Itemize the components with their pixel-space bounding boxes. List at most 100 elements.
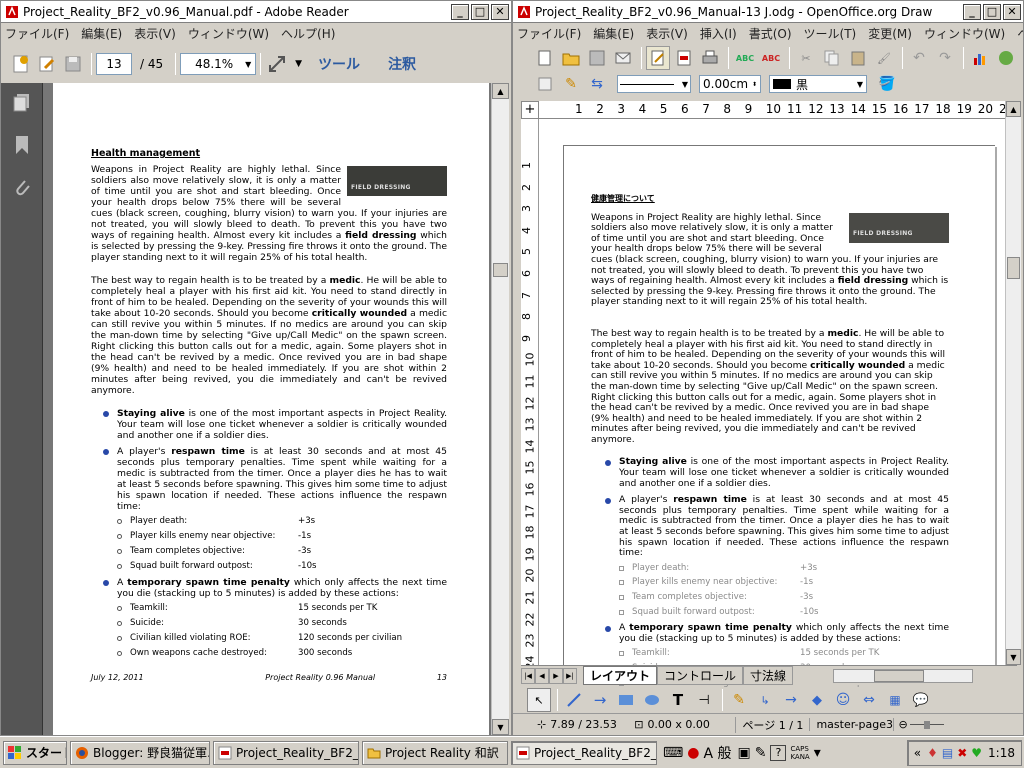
rectangle-icon[interactable]: [614, 688, 638, 712]
minimize-button[interactable]: _: [963, 3, 981, 20]
line-icon[interactable]: [562, 688, 586, 712]
maximize-button[interactable]: □: [983, 3, 1001, 20]
save-icon[interactable]: [585, 46, 609, 70]
line-color-select[interactable]: 黒 ▼: [769, 75, 867, 93]
network-icon[interactable]: ▤: [942, 746, 953, 760]
draw-menu-item-0[interactable]: ファイル(F): [517, 25, 581, 42]
line-style-select[interactable]: ▼: [617, 75, 691, 93]
reader-menu-item-1[interactable]: 編集(E): [81, 25, 122, 42]
draw-menu-item-5[interactable]: ツール(T): [804, 25, 857, 42]
tab-layout[interactable]: レイアウト: [583, 666, 658, 685]
basic-shapes-icon[interactable]: ◆: [805, 688, 829, 712]
next-tab-icon[interactable]: ▶: [549, 667, 563, 684]
task-blogger[interactable]: Blogger: 野良猫従軍...: [70, 740, 210, 765]
draw-titlebar[interactable]: Project_Reality_BF2_v0.96_Manual-13 J.od…: [513, 1, 1023, 23]
save-icon[interactable]: [61, 52, 85, 76]
show-hidden-icons[interactable]: «: [914, 746, 921, 760]
ime-tools-icon[interactable]: ✎: [755, 745, 767, 761]
draw-menu-item-3[interactable]: 挿入(I): [700, 25, 737, 42]
scroll-thumb[interactable]: [874, 669, 925, 682]
task-draw[interactable]: Project_Reality_BF2_...: [511, 740, 657, 765]
scroll-thumb[interactable]: [493, 263, 508, 277]
cut-icon[interactable]: ✂: [794, 46, 818, 70]
draw-menu-item-2[interactable]: 表示(V): [646, 25, 688, 42]
scroll-thumb[interactable]: [1007, 257, 1020, 279]
security-icon[interactable]: ✖: [957, 746, 967, 760]
draw-menu-item-7[interactable]: ウィンドウ(W): [924, 25, 1005, 42]
draw-menu-item-4[interactable]: 書式(O): [749, 25, 792, 42]
chevron-down-icon[interactable]: ▼: [241, 60, 255, 69]
edit-icon[interactable]: [35, 52, 59, 76]
line-width-input[interactable]: 0.00cm ⬍: [699, 75, 761, 93]
maximize-button[interactable]: □: [471, 3, 489, 20]
minimize-button[interactable]: _: [451, 3, 469, 20]
reader-menu-item-0[interactable]: ファイル(F): [5, 25, 69, 42]
reader-menu-item-4[interactable]: ヘルプ(H): [281, 25, 335, 42]
create-pdf-icon[interactable]: [9, 52, 33, 76]
start-button[interactable]: スタート: [3, 740, 67, 765]
mail-icon[interactable]: [611, 46, 635, 70]
ime-icon[interactable]: ●: [687, 745, 699, 761]
keyboard-icon[interactable]: ⌨: [663, 745, 683, 761]
undo-icon[interactable]: ↶: [907, 46, 931, 70]
ime-pad-icon[interactable]: ▣: [737, 745, 750, 761]
ellipse-icon[interactable]: [640, 688, 664, 712]
spellcheck-icon[interactable]: ABC: [733, 46, 757, 70]
paste-icon[interactable]: [846, 46, 870, 70]
open-folder-icon[interactable]: [559, 46, 583, 70]
zoom-slider[interactable]: ⊖: [893, 718, 945, 731]
last-tab-icon[interactable]: ▶|: [563, 667, 577, 684]
tab-controls[interactable]: コントロール: [657, 666, 744, 685]
page-number-input[interactable]: 13: [96, 53, 132, 75]
first-tab-icon[interactable]: |◀: [521, 667, 535, 684]
tools-button[interactable]: ツール: [318, 54, 360, 74]
arrow-style-icon[interactable]: ⇆: [585, 72, 609, 96]
fullscreen-icon[interactable]: [265, 52, 289, 76]
text-icon[interactable]: T: [666, 688, 690, 712]
redo-icon[interactable]: ↷: [933, 46, 957, 70]
wifi-icon[interactable]: ♥: [971, 746, 982, 760]
lines-arrows-icon[interactable]: →: [779, 688, 803, 712]
attachment-icon[interactable]: [13, 177, 31, 199]
scroll-up-icon[interactable]: ▲: [1006, 101, 1021, 117]
reader-scrollbar[interactable]: ▲ ▼: [491, 83, 509, 735]
scroll-down-icon[interactable]: ▼: [1006, 649, 1021, 665]
connector-icon[interactable]: ↳: [753, 688, 777, 712]
reader-menu-item-2[interactable]: 表示(V): [134, 25, 176, 42]
horizontal-scrollbar[interactable]: [833, 668, 974, 683]
close-button[interactable]: ✕: [1003, 3, 1021, 20]
ime-mode[interactable]: A 般: [703, 743, 731, 763]
draw-scrollbar[interactable]: ▲ ▼: [1005, 101, 1021, 665]
tab-dimensions[interactable]: 寸法線: [743, 666, 794, 685]
reader-menu-item-3[interactable]: ウィンドウ(W): [188, 25, 269, 42]
export-pdf-icon[interactable]: [672, 46, 696, 70]
zoom-input[interactable]: 48.1% ▼: [180, 53, 257, 75]
curve-icon[interactable]: ✎: [727, 688, 751, 712]
draw-menu-item-6[interactable]: 変更(M): [868, 25, 912, 42]
draw-menu-item-8[interactable]: ヘルプ(HK: [1017, 25, 1023, 42]
callouts-icon[interactable]: 💬: [909, 688, 933, 712]
edit-file-icon[interactable]: [646, 46, 670, 70]
gallery-icon[interactable]: [994, 46, 1018, 70]
reader-titlebar[interactable]: Project_Reality_BF2_v0.96_Manual.pdf - A…: [1, 1, 511, 23]
bookmark-icon[interactable]: [15, 135, 29, 155]
comment-button[interactable]: 注釈: [388, 54, 416, 74]
help-icon[interactable]: ?: [770, 744, 787, 761]
chart-icon[interactable]: [968, 46, 992, 70]
tray-app-icon[interactable]: ♦: [927, 746, 938, 760]
pages-icon[interactable]: [13, 93, 31, 113]
prev-tab-icon[interactable]: ◀: [535, 667, 549, 684]
task-pdf-reader[interactable]: Project_Reality_BF2_...: [213, 740, 359, 765]
scroll-down-icon[interactable]: ▼: [492, 719, 509, 735]
select-arrow-icon[interactable]: ↖: [527, 688, 551, 712]
autospell-icon[interactable]: ABC: [759, 46, 783, 70]
flowchart-icon[interactable]: ▦: [883, 688, 907, 712]
arrow-line-icon[interactable]: →: [588, 688, 612, 712]
symbol-shapes-icon[interactable]: ☺: [831, 688, 855, 712]
expand-icon[interactable]: ▾: [814, 745, 821, 761]
line-style-icon[interactable]: ✎: [559, 72, 583, 96]
format-paintbrush-icon[interactable]: 🖌: [872, 46, 896, 70]
styles-icon[interactable]: [533, 72, 557, 96]
copy-icon[interactable]: [820, 46, 844, 70]
close-button[interactable]: ✕: [491, 3, 509, 20]
